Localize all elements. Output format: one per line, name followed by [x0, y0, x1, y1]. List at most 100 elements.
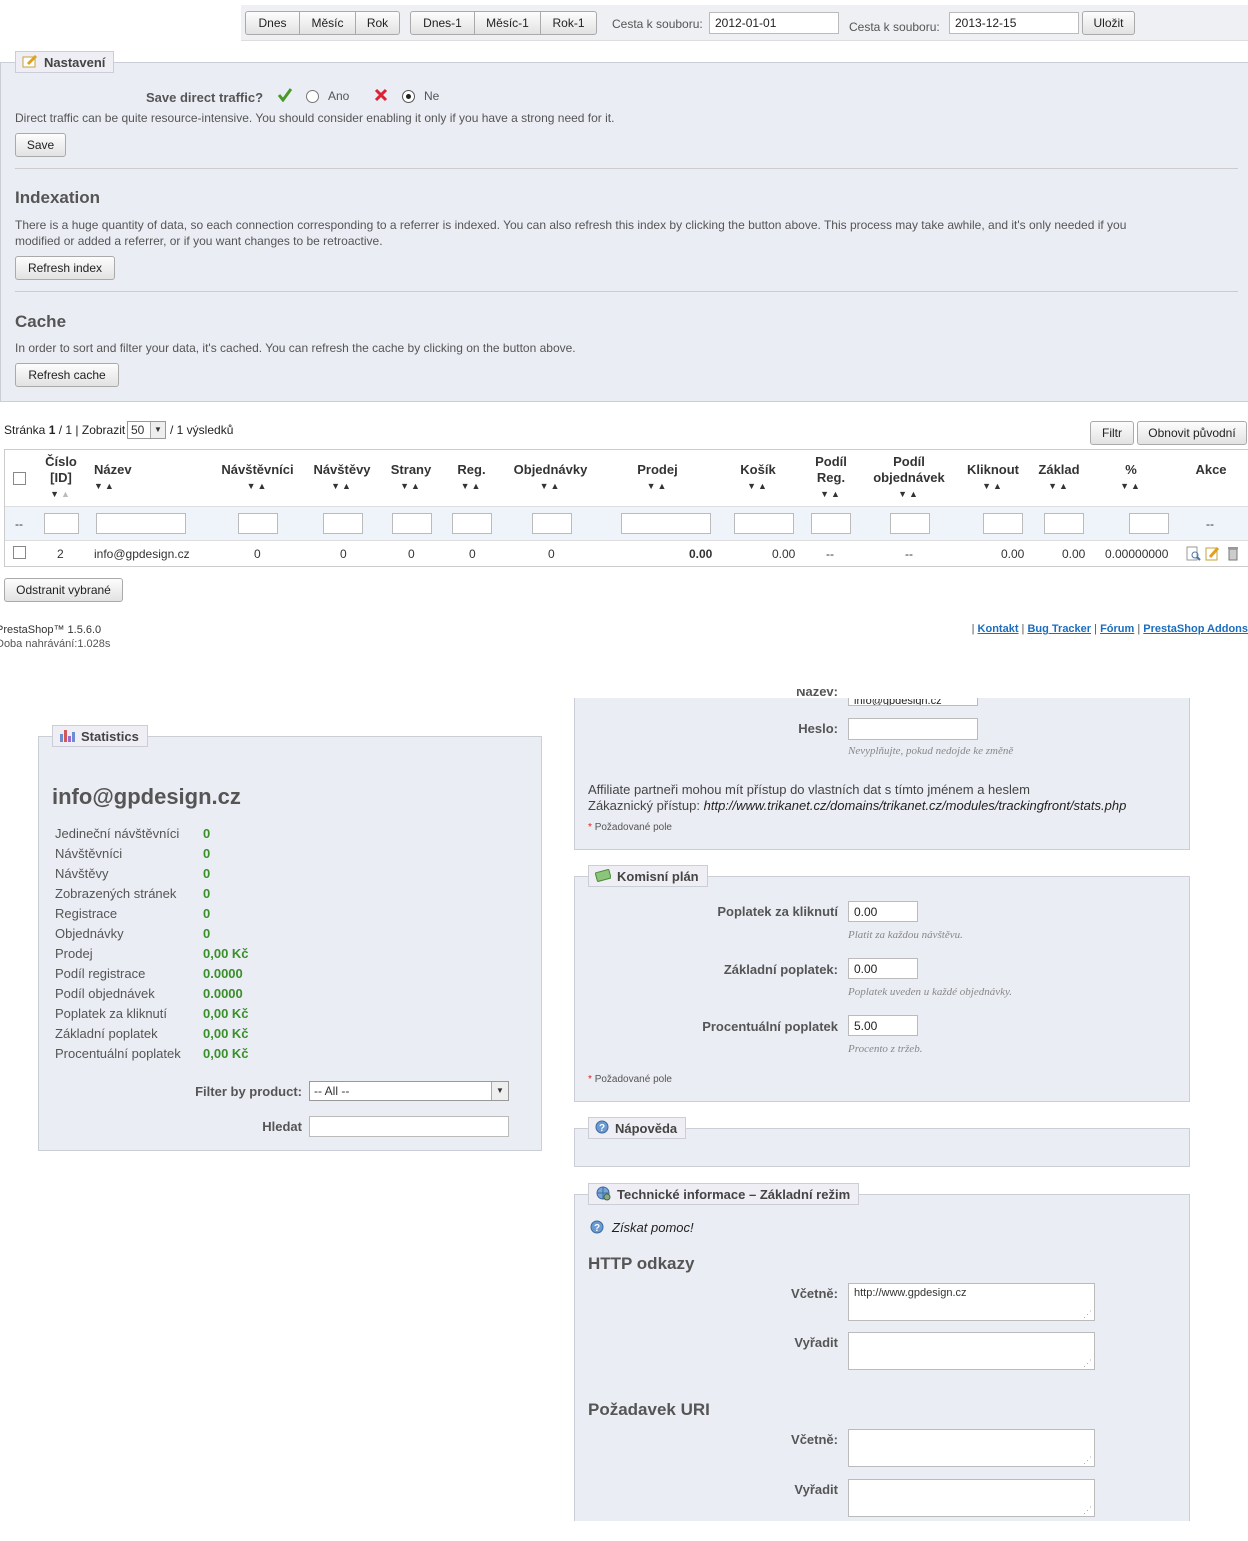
filter-click-input[interactable] — [983, 513, 1023, 534]
prev-year-button[interactable]: Rok-1 — [540, 11, 597, 35]
sort-icon[interactable]: ▼▲ — [1033, 478, 1085, 494]
request-uri-title: Požadavek URI — [588, 1400, 710, 1419]
footer-load-time: Doba nahrávání:1.028s — [0, 638, 111, 650]
filter-name-input[interactable] — [96, 513, 186, 534]
save-dates-button[interactable]: Uložit — [1082, 11, 1135, 35]
sort-icon[interactable]: ▼▲ — [94, 478, 132, 494]
password-input[interactable] — [848, 718, 978, 740]
customer-access-url[interactable]: http://www.trikanet.cz/domains/trikanet.… — [704, 798, 1127, 813]
col-reg-rate[interactable]: Podíl Reg. ▼▲ — [810, 454, 852, 502]
base-fee-label: Základní poplatek: — [723, 962, 838, 977]
row-checkbox[interactable] — [13, 546, 26, 559]
sort-icon[interactable]: ▼▲ — [868, 486, 950, 502]
filter-sales-input[interactable] — [621, 513, 711, 534]
footer-link-contact[interactable]: Kontakt — [978, 623, 1019, 635]
filter-base-input[interactable] — [1044, 513, 1084, 534]
base-fee-input[interactable]: 0.00 — [848, 958, 918, 979]
filter-button[interactable]: Filtr — [1090, 421, 1134, 445]
direct-no-radio[interactable] — [402, 90, 415, 103]
col-cart[interactable]: Košík ▼▲ — [734, 462, 782, 494]
filter-product-select[interactable]: -- All -- ▼ — [309, 1081, 509, 1101]
http-include-textarea[interactable]: http://www.gpdesign.cz ⋰ — [848, 1283, 1095, 1321]
refresh-index-button[interactable]: Refresh index — [15, 256, 115, 280]
money-icon — [594, 868, 612, 885]
footer-link-forum[interactable]: Fórum — [1100, 623, 1134, 635]
direct-yes-radio[interactable] — [306, 90, 319, 103]
sort-icon[interactable]: ▼▲ — [310, 478, 374, 494]
col-percent[interactable]: % ▼▲ — [1115, 462, 1147, 494]
today-button[interactable]: Dnes — [245, 11, 300, 35]
sort-icon[interactable]: ▼▲ — [1115, 478, 1147, 494]
date-from-input[interactable]: 2012-01-01 — [709, 12, 839, 34]
month-button[interactable]: Měsíc — [299, 11, 356, 35]
col-order-rate[interactable]: Podíl objednávek ▼▲ — [868, 454, 950, 502]
footer-link-addons[interactable]: PrestaShop Addons — [1143, 623, 1248, 635]
save-settings-button[interactable]: Save — [15, 133, 66, 157]
search-input[interactable] — [309, 1116, 509, 1137]
stat-value: 0 — [203, 826, 211, 841]
results-count: / 1 výsledků — [170, 423, 234, 437]
yesterday-button[interactable]: Dnes-1 — [410, 11, 475, 35]
footer-link-bugtracker[interactable]: Bug Tracker — [1027, 623, 1091, 635]
indexation-text-2: modified or added a referrer, or if you … — [15, 234, 383, 248]
col-id[interactable]: Číslo [ID] ▼▲ — [40, 454, 82, 502]
stat-label: Základní poplatek — [55, 1026, 158, 1041]
col-name[interactable]: Název ▼▲ — [94, 462, 132, 494]
refresh-cache-button[interactable]: Refresh cache — [15, 363, 119, 387]
delete-icon[interactable] — [1227, 546, 1239, 564]
filter-id-input[interactable] — [44, 513, 79, 534]
http-exclude-textarea[interactable]: ⋰ — [848, 1332, 1095, 1370]
indexation-text-1: There is a huge quantity of data, so eac… — [15, 218, 1127, 232]
sort-icon[interactable]: ▼▲ — [449, 478, 494, 494]
sort-icon[interactable]: ▼▲ — [220, 478, 295, 494]
resize-handle-icon[interactable]: ⋰ — [1083, 1505, 1092, 1516]
col-click[interactable]: Kliknout ▼▲ — [962, 462, 1024, 494]
edit-icon[interactable] — [1205, 546, 1220, 564]
resize-handle-icon[interactable]: ⋰ — [1083, 1309, 1092, 1320]
prev-month-button[interactable]: Měsíc-1 — [474, 11, 541, 35]
sort-icon[interactable]: ▼▲ — [387, 478, 435, 494]
delete-selected-button[interactable]: Odstranit vybrané — [4, 578, 123, 602]
percent-fee-hint: Procento z tržeb. — [848, 1043, 923, 1055]
filter-orders-input[interactable] — [532, 513, 572, 534]
uri-include-textarea[interactable]: ⋰ — [848, 1429, 1095, 1467]
filter-reg-input[interactable] — [452, 513, 492, 534]
col-base[interactable]: Základ ▼▲ — [1033, 462, 1085, 494]
filter-percent-input[interactable] — [1129, 513, 1169, 534]
col-visitors[interactable]: Návštěvníci ▼▲ — [220, 462, 295, 494]
sort-icon[interactable]: ▼▲ — [734, 478, 782, 494]
filter-order-rate-input[interactable] — [890, 513, 930, 534]
sort-icon[interactable]: ▼▲ — [810, 486, 852, 502]
filter-reg-rate-input[interactable] — [811, 513, 851, 534]
percent-fee-input[interactable]: 5.00 — [848, 1015, 918, 1036]
uri-include-label: Včetně: — [791, 1432, 838, 1447]
filter-cart-input[interactable] — [734, 513, 794, 534]
filter-pages-input[interactable] — [392, 513, 432, 534]
get-help-link[interactable]: Získat pomoc! — [612, 1220, 694, 1235]
per-page-select[interactable]: 50 ▼ — [127, 421, 166, 439]
http-include-label: Včetně: — [791, 1286, 838, 1301]
sort-icon[interactable]: ▼▲ — [508, 478, 593, 494]
resize-handle-icon[interactable]: ⋰ — [1083, 1455, 1092, 1466]
col-reg[interactable]: Reg. ▼▲ — [449, 462, 494, 494]
col-orders[interactable]: Objednávky ▼▲ — [508, 462, 593, 494]
sort-icon[interactable]: ▼▲ — [630, 478, 685, 494]
uri-exclude-textarea[interactable]: ⋰ — [848, 1479, 1095, 1517]
cell-sales: 0.00 — [689, 547, 713, 561]
resize-handle-icon[interactable]: ⋰ — [1083, 1358, 1092, 1369]
view-icon[interactable] — [1186, 546, 1201, 564]
col-sales[interactable]: Prodej ▼▲ — [630, 462, 685, 494]
date-to-input[interactable]: 2013-12-15 — [949, 12, 1079, 34]
filter-visitors-input[interactable] — [238, 513, 278, 534]
col-pages[interactable]: Strany ▼▲ — [387, 462, 435, 494]
col-visits[interactable]: Návštěvy ▼▲ — [310, 462, 374, 494]
name-input[interactable]: info@gpdesign.cz — [848, 698, 978, 706]
click-fee-input[interactable]: 0.00 — [848, 901, 918, 922]
stat-label: Zobrazených stránek — [55, 886, 177, 901]
filter-visits-input[interactable] — [323, 513, 363, 534]
sort-icon[interactable]: ▼▲ — [40, 486, 82, 502]
year-button[interactable]: Rok — [355, 11, 400, 35]
reset-filter-button[interactable]: Obnovit původní — [1137, 421, 1247, 445]
select-all-checkbox[interactable] — [13, 472, 26, 485]
sort-icon[interactable]: ▼▲ — [962, 478, 1024, 494]
